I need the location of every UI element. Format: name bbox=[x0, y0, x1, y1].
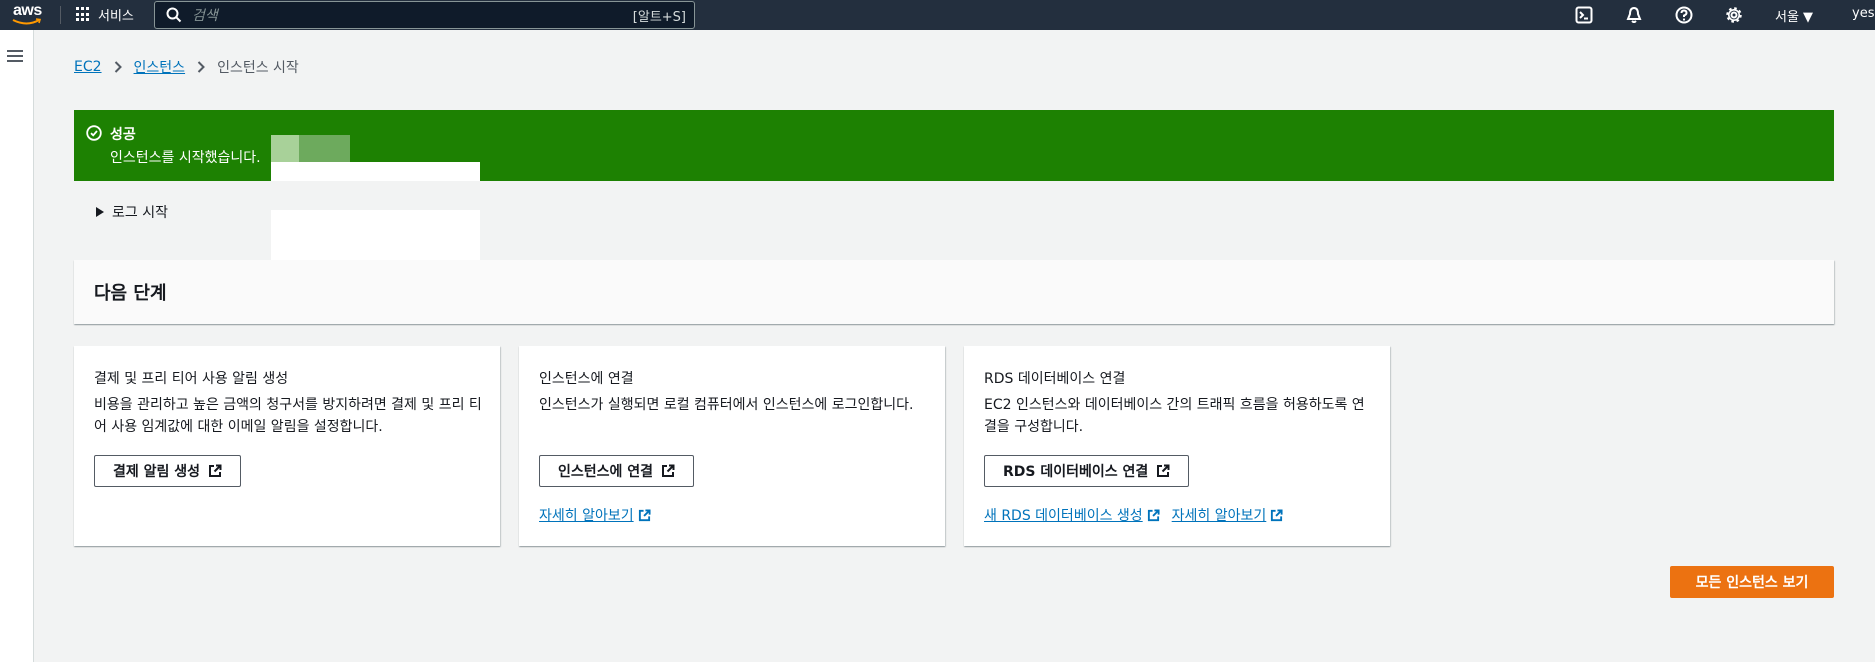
redacted-area bbox=[271, 162, 480, 181]
settings-icon[interactable] bbox=[1725, 6, 1743, 24]
external-link-icon bbox=[662, 464, 675, 477]
create-rds-database-link[interactable]: 새 RDS 데이터베이스 생성 bbox=[984, 505, 1160, 525]
side-navigation-rail bbox=[0, 30, 34, 662]
external-link-icon bbox=[209, 464, 222, 477]
flash-message: 인스턴스를 시작했습니다. bbox=[110, 150, 261, 166]
card-title: RDS 데이터베이스 연결 bbox=[984, 371, 1126, 387]
cloudshell-icon[interactable] bbox=[1575, 6, 1593, 24]
external-link-icon bbox=[1157, 464, 1170, 477]
button-label: 결제 알림 생성 bbox=[113, 464, 201, 480]
search-shortcut: [알트+S] bbox=[632, 9, 686, 25]
launch-log-label: 로그 시작 bbox=[112, 205, 168, 221]
external-link-icon bbox=[1271, 508, 1283, 521]
billing-alert-card: 결제 및 프리 티어 사용 알림 생성 비용을 관리하고 높은 금액의 청구서를… bbox=[74, 346, 500, 546]
button-label: RDS 데이터베이스 연결 bbox=[1003, 464, 1149, 480]
card-description: EC2 인스턴스와 데이터베이스 간의 트래픽 흐름을 허용하도록 연결을 구성… bbox=[984, 397, 1365, 435]
services-label: 서비스 bbox=[98, 9, 134, 24]
breadcrumb-current: 인스턴스 시작 bbox=[217, 60, 299, 76]
button-label: 인스턴스에 연결 bbox=[558, 464, 654, 480]
external-link-icon bbox=[638, 508, 651, 521]
link-label: 자세히 알아보기 bbox=[1171, 508, 1267, 524]
redacted-area bbox=[271, 210, 480, 260]
rds-connect-card: RDS 데이터베이스 연결 EC2 인스턴스와 데이터베이스 간의 트래픽 흐름… bbox=[964, 346, 1390, 546]
create-billing-alert-button[interactable]: 결제 알림 생성 bbox=[94, 455, 242, 487]
breadcrumb-instances[interactable]: 인스턴스 bbox=[134, 57, 186, 77]
launch-log-expander[interactable]: 로그 시작 bbox=[96, 202, 168, 222]
region-selector[interactable]: 서울 ▼ bbox=[1775, 6, 1813, 25]
flash-title: 성공 bbox=[110, 127, 136, 143]
external-link-icon bbox=[1147, 508, 1160, 521]
caret-right-icon bbox=[96, 207, 104, 217]
card-description: 인스턴스가 실행되면 로컬 컴퓨터에서 인스턴스에 로그인합니다. bbox=[539, 397, 914, 413]
chevron-right-icon bbox=[114, 61, 122, 73]
notifications-icon[interactable] bbox=[1625, 6, 1643, 24]
view-all-instances-button[interactable]: 모든 인스턴스 보기 bbox=[1670, 566, 1834, 598]
chevron-right-icon bbox=[197, 61, 205, 73]
success-check-icon bbox=[86, 125, 102, 141]
connect-rds-database-button[interactable]: RDS 데이터베이스 연결 bbox=[984, 455, 1190, 487]
learn-more-link[interactable]: 자세히 알아보기 bbox=[1172, 505, 1284, 525]
nav-divider bbox=[60, 6, 61, 24]
connect-instance-card: 인스턴스에 연결 인스턴스가 실행되면 로컬 컴퓨터에서 인스턴스에 로그인합니… bbox=[519, 346, 945, 546]
link-label: 자세히 알아보기 bbox=[539, 508, 634, 524]
card-links: 새 RDS 데이터베이스 생성 자세히 알아보기 bbox=[984, 505, 1283, 525]
aws-smile-icon bbox=[12, 18, 42, 25]
next-steps-panel: 다음 단계 bbox=[74, 260, 1834, 324]
menu-icon[interactable] bbox=[7, 50, 23, 62]
help-icon[interactable] bbox=[1675, 6, 1693, 24]
learn-more-link[interactable]: 자세히 알아보기 bbox=[539, 505, 651, 525]
account-menu[interactable]: yese bbox=[1852, 6, 1875, 21]
card-title: 인스턴스에 연결 bbox=[539, 371, 634, 387]
card-title: 결제 및 프리 티어 사용 알림 생성 bbox=[94, 371, 289, 387]
next-steps-title: 다음 단계 bbox=[94, 283, 167, 304]
services-menu-button[interactable]: 서비스 bbox=[76, 5, 134, 24]
redacted-instance-id bbox=[271, 135, 350, 162]
card-links: 자세히 알아보기 bbox=[539, 505, 651, 525]
breadcrumb-ec2[interactable]: EC2 bbox=[74, 59, 102, 75]
connect-instance-button[interactable]: 인스턴스에 연결 bbox=[539, 455, 695, 487]
services-grid-icon bbox=[76, 7, 91, 22]
link-label: 새 RDS 데이터베이스 생성 bbox=[984, 508, 1143, 524]
search-input[interactable]: 검색 [알트+S] bbox=[154, 1, 695, 29]
search-icon bbox=[166, 7, 182, 23]
card-description: 비용을 관리하고 높은 금액의 청구서를 방지하려면 결제 및 프리 티어 사용… bbox=[94, 397, 482, 435]
search-placeholder: 검색 bbox=[192, 8, 218, 24]
breadcrumb: EC2 인스턴스 인스턴스 시작 bbox=[74, 57, 299, 77]
aws-logo[interactable]: aws bbox=[12, 2, 46, 28]
top-navigation: aws 서비스 검색 [알트+S] 서울 ▼ yes bbox=[0, 0, 1875, 30]
